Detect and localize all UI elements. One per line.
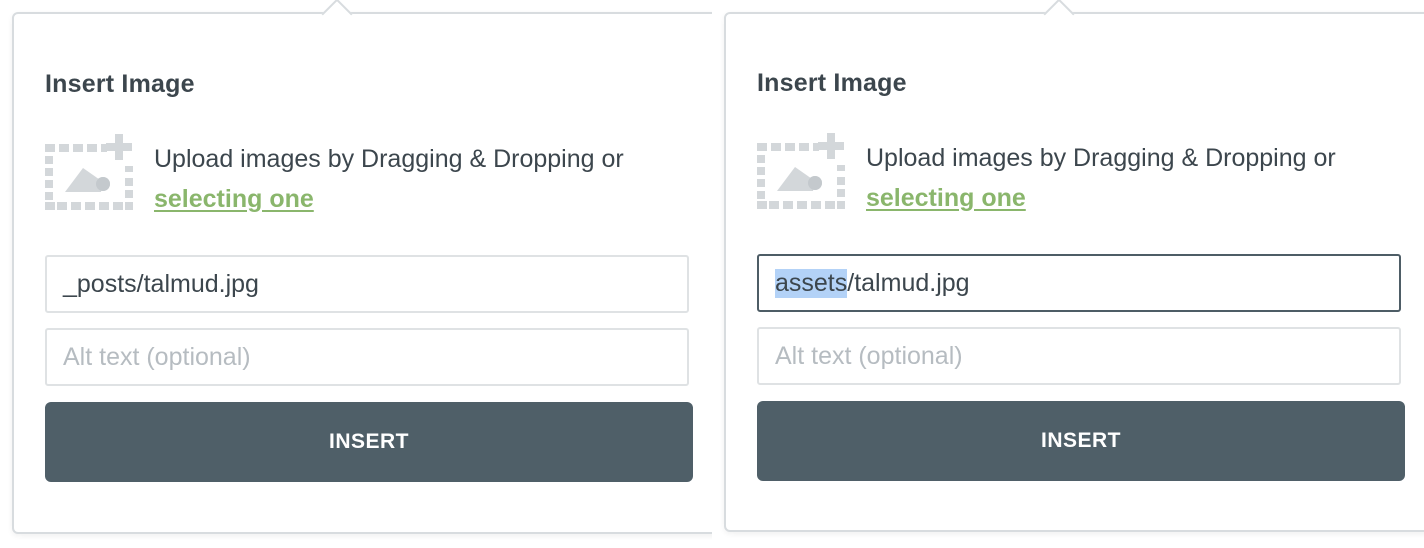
image-path-rest-text: /talmud.jpg	[847, 268, 970, 297]
insert-image-panel-left: Insert Image Upload images by Dragging &…	[0, 0, 712, 548]
insert-image-popover: Insert Image Upload images by Dragging &…	[724, 0, 1424, 532]
select-file-link[interactable]: selecting one	[866, 184, 1026, 212]
select-file-link[interactable]: selecting one	[154, 185, 314, 213]
image-add-icon[interactable]	[757, 131, 847, 211]
image-path-selected-text: assets	[775, 268, 848, 298]
screenshot-canvas: Insert Image Upload images by Dragging &…	[0, 0, 1424, 548]
image-path-input[interactable]: assets/talmud.jpg	[757, 254, 1401, 312]
image-add-icon[interactable]	[45, 132, 135, 212]
alt-text-input[interactable]: Alt text (optional)	[45, 328, 689, 386]
popover-caret	[321, 0, 353, 30]
popover-title: Insert Image	[757, 69, 907, 97]
upload-text: Upload images by Dragging & Dropping or	[154, 145, 624, 173]
upload-instructions: Upload images by Dragging & Dropping or …	[154, 139, 624, 219]
upload-text: Upload images by Dragging & Dropping or	[866, 144, 1336, 172]
insert-image-popover: Insert Image Upload images by Dragging &…	[12, 0, 712, 534]
alt-text-placeholder: Alt text (optional)	[63, 342, 251, 371]
popover-title: Insert Image	[45, 70, 195, 98]
image-path-input[interactable]: _posts/talmud.jpg	[45, 255, 689, 313]
alt-text-input[interactable]: Alt text (optional)	[757, 327, 1401, 385]
insert-image-panel-right: Insert Image Upload images by Dragging &…	[712, 0, 1424, 548]
insert-button[interactable]: INSERT	[757, 401, 1405, 481]
alt-text-placeholder: Alt text (optional)	[775, 341, 963, 370]
upload-instructions: Upload images by Dragging & Dropping or …	[866, 138, 1336, 218]
insert-button[interactable]: INSERT	[45, 402, 693, 482]
popover-caret	[1043, 0, 1075, 30]
image-path-value: _posts/talmud.jpg	[63, 269, 259, 298]
